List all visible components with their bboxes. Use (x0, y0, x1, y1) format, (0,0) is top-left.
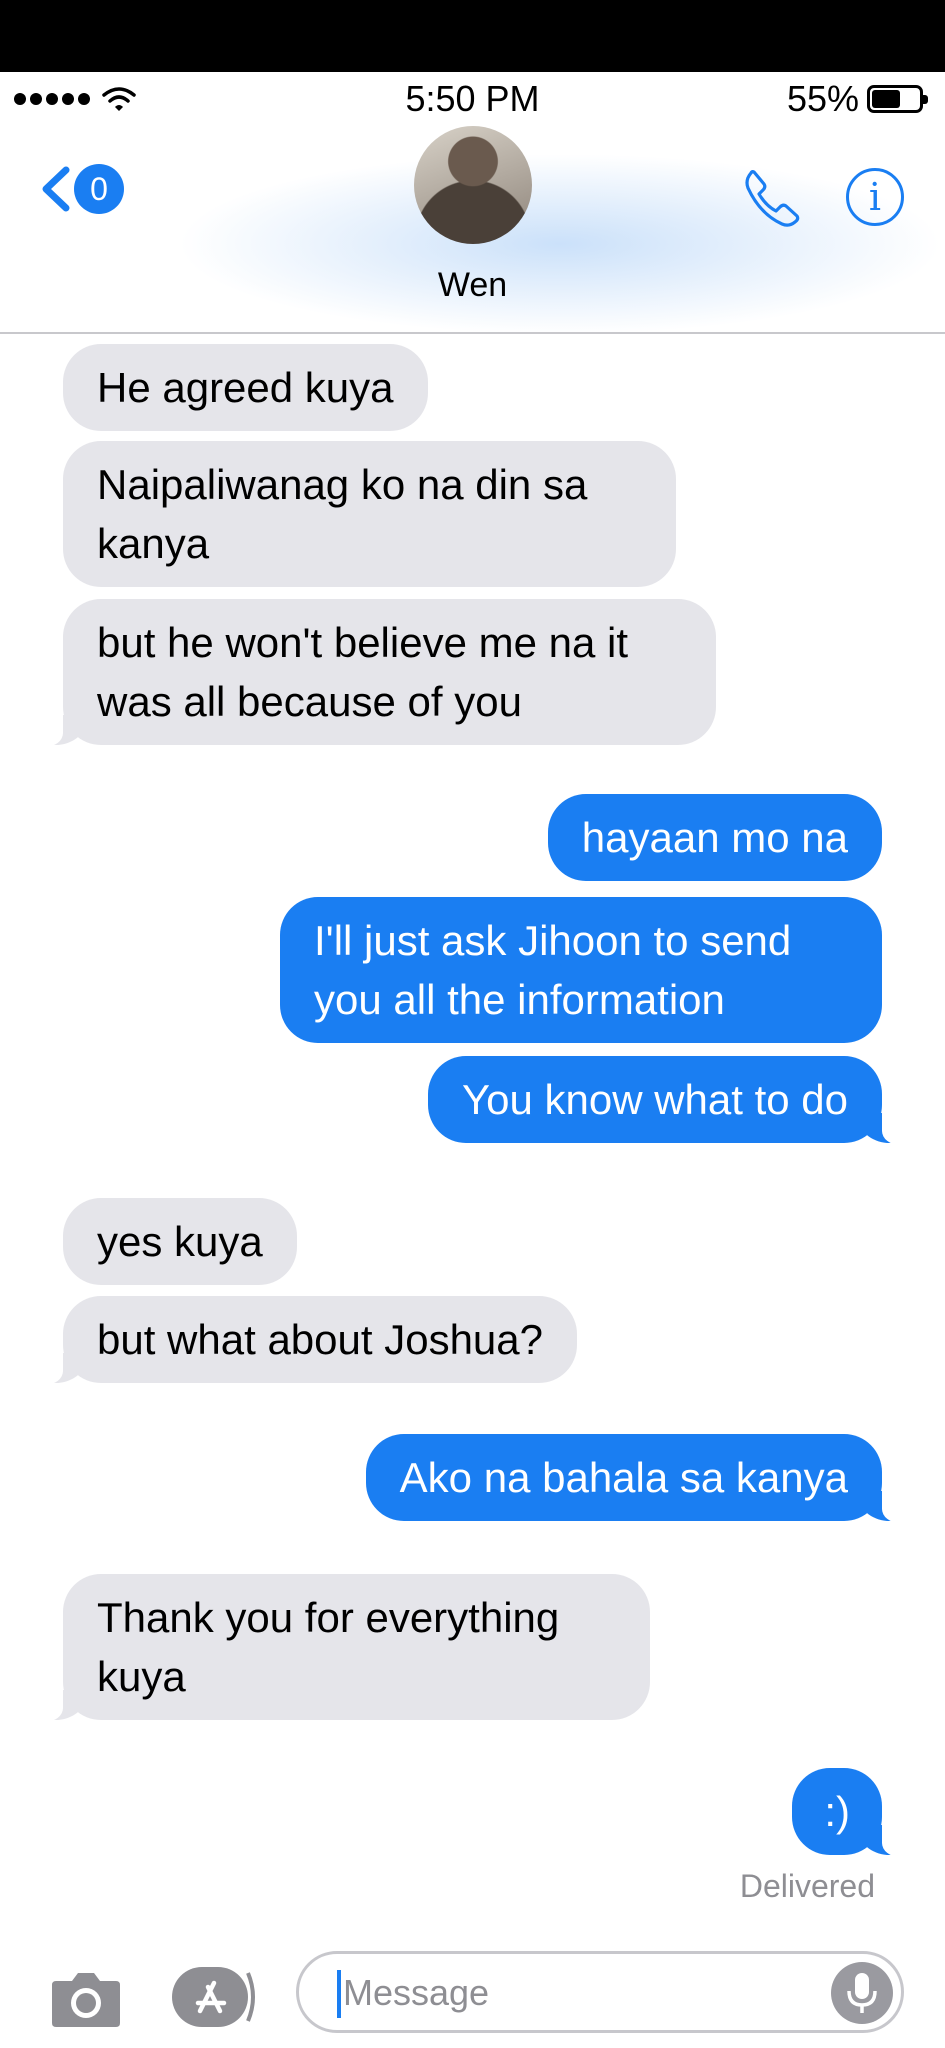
phone-icon[interactable] (740, 166, 802, 228)
message-bubble-outgoing[interactable]: I'll just ask Jihoon to send you all the… (280, 897, 882, 1043)
message-bubble-incoming[interactable]: He agreed kuya (63, 344, 428, 431)
message-bubble-outgoing[interactable]: :) (792, 1768, 908, 1857)
info-icon[interactable]: i (846, 168, 904, 226)
message-text: hayaan mo na (581, 814, 848, 861)
message-text: He agreed kuya (97, 364, 394, 411)
message-text: yes kuya (97, 1218, 263, 1265)
back-button[interactable]: 0 (36, 164, 124, 214)
message-text: I'll just ask Jihoon to send you all the… (314, 917, 792, 1023)
camera-icon[interactable] (50, 1967, 122, 2029)
message-bubble-incoming[interactable]: Thank you for everything kuya (37, 1574, 650, 1722)
microphone-button[interactable] (831, 1962, 893, 2024)
message-input[interactable]: Message (296, 1951, 904, 2033)
conversation-header: 0 Wen i (0, 126, 945, 334)
app-store-icon[interactable] (170, 1965, 260, 2029)
delivery-status: Delivered (739, 1868, 875, 1904)
message-bubble-outgoing[interactable]: Ako na bahala sa kanya (365, 1434, 909, 1523)
message-text: Thank you for everything kuya (97, 1594, 560, 1700)
input-bar: Message (0, 1945, 945, 2048)
message-text: Ako na bahala sa kanya (399, 1454, 848, 1501)
avatar[interactable] (414, 126, 532, 244)
battery-indicator: 55% (786, 78, 928, 120)
message-placeholder: Message (343, 1972, 490, 2013)
message-text: but he won't believe me na it was all be… (97, 619, 629, 725)
message-bubble-outgoing[interactable]: You know what to do (427, 1056, 909, 1145)
top-black-bar (0, 0, 945, 72)
chevron-left-icon (42, 166, 70, 212)
unread-count-badge: 0 (74, 164, 124, 214)
message-text: Naipaliwanag ko na din sa kanya (97, 461, 588, 567)
microphone-icon (847, 1973, 877, 2013)
message-text: You know what to do (461, 1076, 848, 1123)
message-bubble-incoming[interactable]: but he won't believe me na it was all be… (37, 599, 716, 747)
battery-fill (872, 90, 900, 108)
battery-percentage: 55% (786, 78, 859, 119)
battery-icon (867, 85, 928, 113)
contact-name[interactable]: Wen (0, 266, 945, 305)
message-bubble-incoming[interactable]: Naipaliwanag ko na din sa kanya (63, 441, 676, 587)
text-cursor (337, 1970, 341, 2018)
message-bubble-incoming[interactable]: yes kuya (63, 1198, 297, 1285)
message-bubble-incoming[interactable]: but what about Joshua? (36, 1296, 578, 1385)
message-bubble-outgoing[interactable]: hayaan mo na (547, 794, 882, 881)
status-bar: 5:50 PM 55% (0, 72, 945, 134)
message-text: :) (824, 1788, 850, 1835)
message-text: but what about Joshua? (97, 1316, 544, 1363)
